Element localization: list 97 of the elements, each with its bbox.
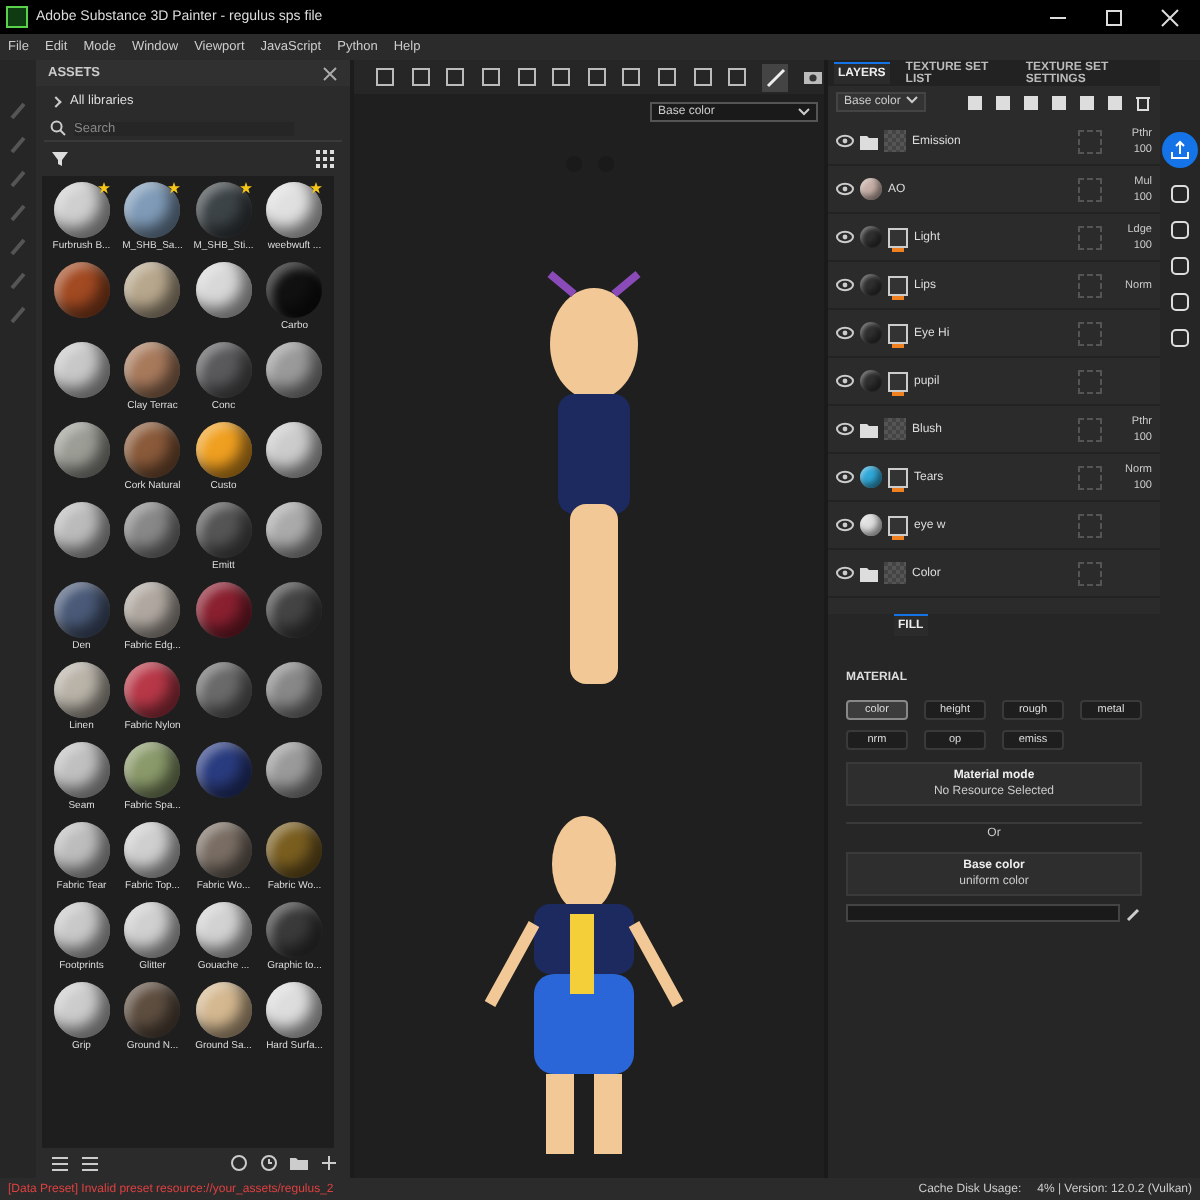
material-thumbnail[interactable] [195, 182, 252, 238]
close-icon[interactable] [322, 65, 338, 81]
material-thumbnail[interactable] [124, 662, 181, 718]
material-thumbnail[interactable] [124, 822, 181, 878]
layer-slot [1078, 177, 1102, 201]
material-thumbnail[interactable] [266, 982, 323, 1038]
material-thumbnail[interactable] [53, 182, 110, 238]
layer-slot [1078, 465, 1102, 489]
visibility-icon[interactable] [836, 470, 854, 484]
brush-icon[interactable] [761, 63, 789, 91]
material-thumbnail[interactable] [53, 262, 110, 318]
viewport-tool-icon[interactable] [585, 66, 607, 88]
viewport-tool-icon[interactable] [550, 66, 572, 88]
material-thumbnail[interactable] [53, 822, 110, 878]
visibility-icon[interactable] [836, 230, 854, 244]
material-thumbnail[interactable] [124, 982, 181, 1038]
viewport-tool-icon[interactable] [409, 66, 431, 88]
material-thumbnail[interactable] [195, 742, 252, 798]
material-thumbnail[interactable] [124, 902, 181, 958]
material-thumbnail[interactable] [195, 822, 252, 878]
material-thumbnail[interactable] [195, 582, 252, 638]
trash-icon[interactable] [1134, 93, 1152, 111]
layer-slot [1078, 129, 1102, 153]
expand-icon[interactable] [50, 95, 62, 107]
material-thumbnail[interactable] [53, 742, 110, 798]
material-thumbnail[interactable] [124, 742, 181, 798]
export-icon[interactable] [1162, 132, 1198, 168]
app-logo-icon [6, 6, 28, 28]
material-thumbnail[interactable] [124, 262, 181, 318]
material-thumbnail[interactable] [266, 502, 323, 558]
material-thumbnail[interactable] [124, 582, 181, 638]
material-thumbnail[interactable] [195, 422, 252, 478]
material-thumbnail[interactable] [266, 422, 323, 478]
material-thumbnail[interactable] [53, 502, 110, 558]
list-icon[interactable] [52, 1154, 70, 1172]
material-thumbnail[interactable] [124, 502, 181, 558]
viewport-tool-icon[interactable] [620, 66, 642, 88]
viewport-tool-icon[interactable] [691, 66, 713, 88]
material-thumbnail[interactable] [53, 982, 110, 1038]
material-thumbnail[interactable] [124, 342, 181, 398]
viewport-tool-icon[interactable] [444, 66, 466, 88]
material-thumbnail[interactable] [266, 822, 323, 878]
maximize-icon[interactable] [1104, 7, 1124, 27]
layer-slot [1078, 513, 1102, 537]
caret-icon [906, 96, 919, 104]
layer-thumbnail [884, 130, 906, 152]
folder-icon[interactable] [290, 1154, 308, 1172]
material-thumbnail[interactable] [195, 662, 252, 718]
plus-icon[interactable] [320, 1154, 338, 1172]
visibility-icon[interactable] [836, 566, 854, 580]
visibility-icon[interactable] [836, 326, 854, 340]
layer-slot [1078, 417, 1102, 441]
list-icon[interactable] [82, 1154, 100, 1172]
layer-thumbnail [884, 418, 906, 440]
material-thumbnail[interactable] [266, 582, 323, 638]
visibility-icon[interactable] [836, 182, 854, 196]
material-thumbnail[interactable] [266, 742, 323, 798]
caret-icon [798, 108, 810, 116]
grid-view-icon[interactable] [316, 150, 334, 168]
material-thumbnail[interactable] [53, 662, 110, 718]
eyedropper-icon[interactable] [1126, 905, 1142, 921]
layer-slot [1078, 561, 1102, 585]
material-thumbnail[interactable] [53, 342, 110, 398]
visibility-icon[interactable] [836, 518, 854, 532]
layer-slot [1078, 369, 1102, 393]
material-thumbnail[interactable] [266, 662, 323, 718]
search-icon [50, 120, 66, 136]
visibility-icon[interactable] [836, 278, 854, 292]
layer-slot [1078, 225, 1102, 249]
color-field[interactable] [846, 904, 1120, 922]
visibility-icon[interactable] [836, 374, 854, 388]
layer-thumbnail [884, 562, 906, 584]
material-thumbnail[interactable] [195, 502, 252, 558]
material-thumbnail[interactable] [266, 342, 323, 398]
material-thumbnail[interactable] [266, 262, 323, 318]
material-thumbnail[interactable] [266, 182, 323, 238]
viewport-tool-icon[interactable] [656, 66, 678, 88]
viewport-tool-icon[interactable] [479, 66, 501, 88]
material-thumbnail[interactable] [124, 422, 181, 478]
clock-icon[interactable] [260, 1154, 278, 1172]
layer-slot [1078, 321, 1102, 345]
material-thumbnail[interactable] [124, 182, 181, 238]
material-thumbnail[interactable] [195, 262, 252, 318]
material-thumbnail[interactable] [53, 902, 110, 958]
viewport-tool-icon[interactable] [726, 66, 748, 88]
material-thumbnail[interactable] [53, 582, 110, 638]
filter-icon[interactable] [52, 150, 70, 168]
camera-icon[interactable] [802, 66, 825, 88]
visibility-icon[interactable] [836, 422, 854, 436]
viewport-tool-icon[interactable] [515, 66, 537, 88]
visibility-icon[interactable] [836, 134, 854, 148]
viewport-tool-icon[interactable] [374, 66, 396, 88]
material-thumbnail[interactable] [195, 982, 252, 1038]
layer-slot [1078, 273, 1102, 297]
material-thumbnail[interactable] [195, 902, 252, 958]
material-thumbnail[interactable] [53, 422, 110, 478]
material-thumbnail[interactable] [195, 342, 252, 398]
